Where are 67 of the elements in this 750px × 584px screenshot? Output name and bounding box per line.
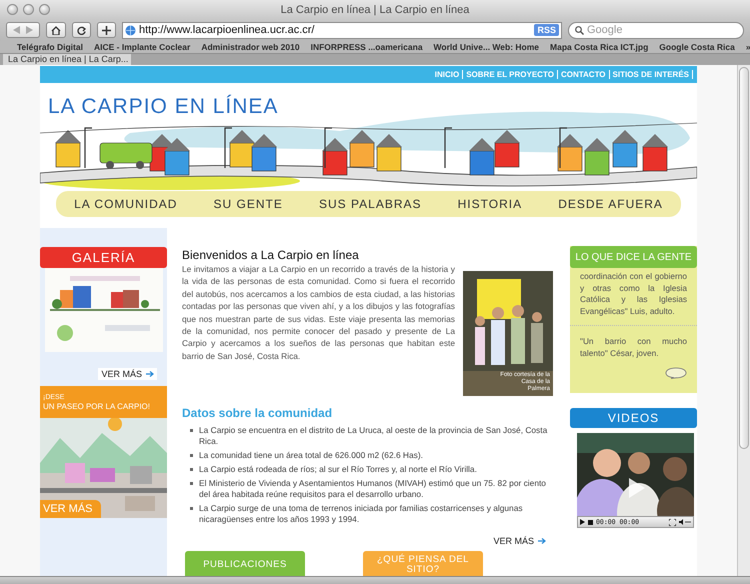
menu-link[interactable]: SUS PALABRAS [319,197,422,211]
arrow-icon [538,538,546,544]
play-button[interactable] [580,518,585,526]
bookmark-link[interactable]: Google Costa Rica [659,42,735,52]
stop-button[interactable] [588,518,593,526]
reload-icon [77,26,86,34]
scroll-thumb[interactable] [739,67,749,449]
menu-link[interactable]: LA COMUNIDAD [74,197,178,211]
fact-text: La comunidad tiene un área total de 626.000 m2 (62.6 Has). [199,450,423,461]
intro-paragraph: Le invitamos a viajar a La Carpio en un recorrido a través de la historia y la vida de las personas de esta comunidad. Como si fuera el recorrido del autobús, nos acercamos a los cambios de esta ciudad, a las historias contadas por las personas que viven ahí, y a los dibujos y las fotografías que nos muestran parte de sus vidas. Este viaje presenta las memorias de la comunidad, nos permite conocer del pasado y presente de La Carpio y acercamos a los sueños de las personas que habitan este barrio de San José, Costa Rica. [182,263,455,363]
home-button[interactable] [46,22,66,38]
fact-text: El Ministerio de Vivienda y Asentamientos Humanos (MIVAH) estimó que un 75. 82 por ciento del área habitada reúne requisitos para el desarrollo urbano. [199,478,547,500]
menu-link[interactable]: HISTORIA [458,197,522,211]
bookmark-link[interactable]: INFORPRESS ...oamericana [310,42,423,52]
quote-text: coordinación con el gobierno y otras como la Iglesia Católica y las Iglesias Evangélicas" Luis, adulto. [570,268,697,326]
browser-tab[interactable]: La Carpio en línea | La Carp... [3,54,131,65]
menu-link[interactable]: DESDE AFUERA [558,197,663,211]
stop-icon [588,520,593,524]
bullet-icon [190,482,193,485]
more-link[interactable]: VER MÁS [98,368,157,380]
search-bar[interactable]: Google [568,22,744,38]
bookmark-link[interactable]: Administrador web 2010 [201,42,300,52]
scrollbar[interactable] [737,65,750,576]
bookmark-link[interactable]: World Unive... Web: Home [434,42,540,52]
speech-bubble-icon [665,367,687,379]
right-arrow-icon [26,26,33,34]
quotes-heading: LO QUE DICE LA GENTE [570,246,697,268]
fact-text: La Carpio surge de una toma de terrenos iniciada por familias costarricenses y algunas nicaragüenses entre los años 1993 y 1994. [199,503,524,525]
bullet-icon [190,468,193,471]
section-heading: Bienvenidos a La Carpio en línea [182,248,360,262]
bullet-icon [190,454,193,457]
globe-icon [125,24,136,36]
back-forward-button[interactable] [6,22,40,38]
videos-heading: VIDEOS [570,408,697,428]
window-title: La Carpio en línea | La Carpio en línea [280,4,470,16]
close-button[interactable] [7,4,18,15]
add-button[interactable] [97,22,116,38]
quote-text: "Un barrio con mucho talento" César, joven. [579,335,688,360]
house-icon [51,26,61,34]
volume-icon [679,519,691,525]
more-bookmarks-button[interactable]: » [746,42,750,52]
section-heading: Datos sobre la comunidad [182,406,334,420]
search-field[interactable]: Google [587,24,737,36]
fullscreen-icon [669,518,676,526]
zoom-button[interactable] [39,4,50,15]
plus-icon [102,26,111,34]
left-arrow-icon [13,26,20,34]
bookmark-link[interactable]: AICE - Implante Coclear [94,42,190,52]
reload-button[interactable] [72,22,91,38]
site-logo[interactable]: LA CARPIO EN LÍNEA [48,95,278,119]
address-bar[interactable]: http://www.lacarpioenlinea.ucr.ac.cr/ RSS [122,22,562,38]
fullscreen-button[interactable] [669,518,676,526]
minimize-button[interactable] [23,4,34,15]
fact-text: La Carpio se encuentra en el distrito de La Uruca, al oeste de la provincia de San José, Costa Rica. [199,425,548,447]
search-icon [575,26,584,34]
bookmark-link[interactable]: Telégrafo Digital [17,42,83,52]
volume-button[interactable] [679,518,691,526]
menu-link[interactable]: SU GENTE [214,197,283,211]
fact-text: La Carpio está rodeada de ríos; al sur el Río Torres y, al norte el Río Virilla. [199,464,477,475]
address-field[interactable]: http://www.lacarpioenlinea.ucr.ac.cr/ [139,24,532,36]
bullet-icon [190,507,193,510]
bullet-icon [190,429,193,432]
bookmark-link[interactable]: Mapa Costa Rica ICT.jpg [550,42,648,52]
play-icon [580,519,585,525]
gallery-heading: GALERÍA [40,247,167,268]
banner-title: UN PASEO POR LA CARPIO! [43,402,151,410]
arrow-icon [146,371,154,377]
